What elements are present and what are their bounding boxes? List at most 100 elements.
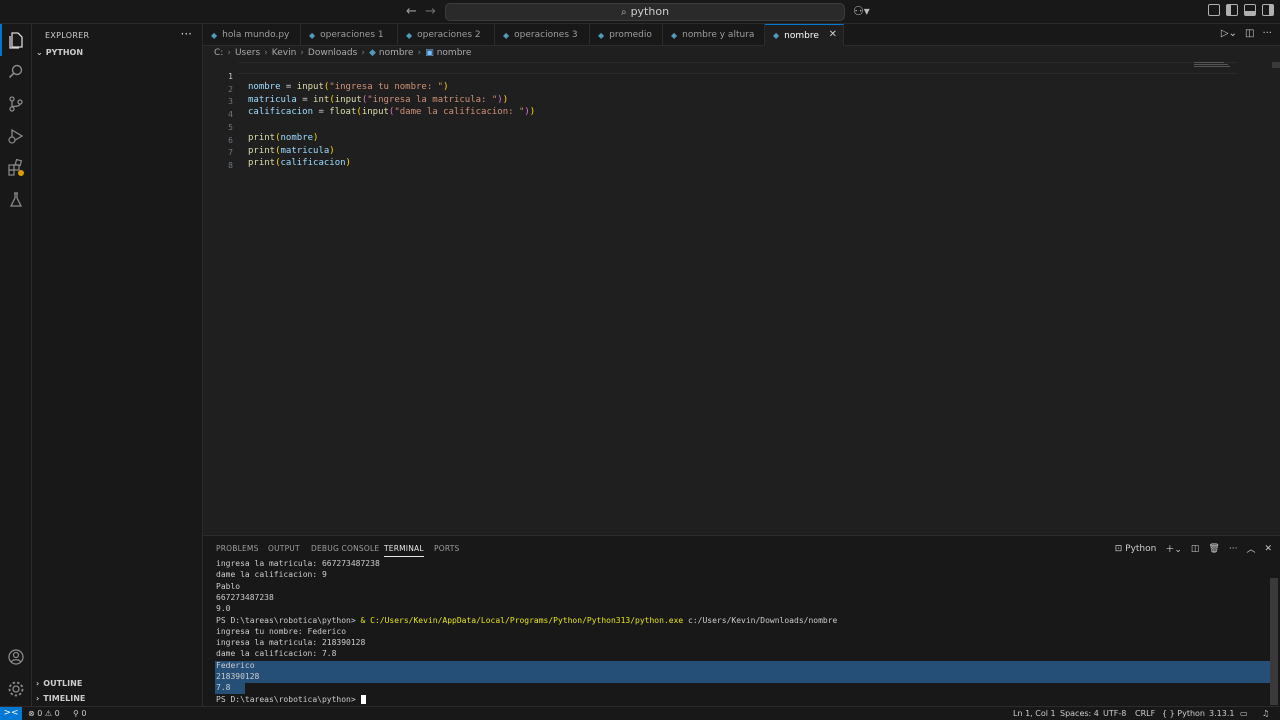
editor-actions: ▷⌄ ◫ ··· — [1221, 28, 1272, 39]
breadcrumb: C: › Users › Kevin › Downloads › ◆ nombre › ▣ nombre — [214, 48, 471, 58]
breadcrumb-item[interactable]: nombre — [437, 48, 472, 58]
maximize-panel-icon[interactable]: ︿ — [1246, 542, 1255, 555]
tab-ports[interactable]: PORTS — [434, 544, 459, 553]
tab-problems[interactable]: PROBLEMS — [216, 544, 259, 553]
section-timeline[interactable]: › TIMELINE — [36, 694, 85, 703]
bottom-panel: PROBLEMS OUTPUT DEBUG CONSOLE TERMINAL P… — [203, 535, 1280, 706]
notifications-bell-icon[interactable]: ▭ — [1240, 709, 1248, 718]
tab-operaciones-3[interactable]: ◆ operaciones 3 — [495, 24, 590, 46]
code-line[interactable]: 7 print(calificacion) — [203, 138, 1203, 168]
indentation[interactable]: Spaces: 4 — [1060, 709, 1099, 718]
terminal-scrollbar[interactable] — [1270, 578, 1278, 705]
python-file-icon: ◆ — [406, 30, 413, 40]
code-editor[interactable]: 1 nombre = input("ingresa tu nombre: ") … — [203, 60, 1280, 534]
editor-scrollbar[interactable] — [1272, 62, 1280, 68]
terminal-line: ingresa la matricula: 667273487238 — [216, 559, 380, 568]
notifications-icon[interactable]: ♫ — [1262, 709, 1269, 718]
tab-nombre[interactable]: ◆ nombre ✕ — [765, 24, 844, 46]
accounts-icon[interactable] — [0, 641, 32, 673]
more-actions-icon[interactable]: ··· — [181, 27, 192, 41]
chevron-right-icon: › — [361, 48, 365, 58]
chevron-down-icon: ⌄ — [36, 48, 43, 57]
code-line[interactable]: 2 matricula = int(input("ingresa la matr… — [203, 75, 1203, 105]
search-icon: ⌕ — [620, 7, 627, 18]
terminal-shell-icon[interactable]: ⊡ Python — [1115, 544, 1157, 554]
section-outline[interactable]: › OUTLINE — [36, 679, 82, 688]
tab-debug-console[interactable]: DEBUG CONSOLE — [311, 544, 379, 553]
settings-gear-icon[interactable] — [0, 673, 32, 705]
python-file-icon: ◆ — [598, 30, 605, 40]
breadcrumb-item[interactable]: Kevin — [272, 48, 297, 58]
cursor-position[interactable]: Ln 1, Col 1 — [1013, 709, 1056, 718]
trash-icon[interactable]: 🗑 — [1208, 544, 1219, 554]
code-line[interactable]: 6 print(matricula) — [203, 126, 1203, 156]
breadcrumb-item[interactable]: nombre — [379, 48, 414, 58]
tab-terminal[interactable]: TERMINAL — [384, 544, 424, 557]
breadcrumb-item[interactable]: Downloads — [308, 48, 357, 58]
run-debug-icon[interactable] — [0, 120, 32, 152]
toggle-primary-sidebar-icon[interactable] — [1226, 4, 1238, 16]
customize-layout-icon[interactable] — [1208, 4, 1220, 16]
new-terminal-icon[interactable]: ＋⌄ — [1165, 542, 1182, 555]
tab-operaciones-2[interactable]: ◆ operaciones 2 — [398, 24, 495, 46]
close-panel-icon[interactable]: ✕ — [1264, 544, 1272, 554]
terminal-selection — [215, 661, 1270, 683]
terminal-line: Pablo — [216, 581, 241, 591]
line-ending[interactable]: CRLF — [1135, 709, 1155, 718]
testing-icon[interactable] — [0, 184, 32, 216]
python-file-icon: ◆ — [503, 30, 510, 40]
code-line[interactable]: 5 print(nombre) — [203, 113, 1203, 143]
copilot-icon[interactable]: ⚇▾ — [853, 4, 870, 18]
encoding[interactable]: UTF-8 — [1103, 709, 1126, 718]
ports-indicator[interactable]: ⚲ 0 — [73, 709, 87, 718]
forward-arrow-icon[interactable]: → — [425, 4, 436, 19]
tab-operaciones-1[interactable]: ◆ operaciones 1 — [301, 24, 398, 46]
tab-promedio[interactable]: ◆ promedio — [590, 24, 663, 46]
search-icon[interactable] — [0, 56, 32, 88]
panel-actions: ⊡ Python ＋⌄ ◫ 🗑 ··· ︿ ✕ — [1115, 542, 1272, 556]
toggle-secondary-sidebar-icon[interactable] — [1262, 4, 1274, 16]
terminal-line: 9.0 — [216, 604, 231, 614]
terminal-line: dame la calificacion: 7.8 — [216, 649, 337, 659]
more-actions-icon[interactable]: ··· — [1229, 544, 1238, 554]
tab-nombre-y-altura[interactable]: ◆ nombre y altura — [663, 24, 765, 46]
timeline-label: TIMELINE — [43, 694, 86, 703]
close-icon[interactable]: ✕ — [829, 29, 837, 40]
source-control-icon[interactable] — [0, 88, 32, 120]
split-editor-icon[interactable]: ◫ — [1245, 28, 1254, 39]
run-file-icon[interactable]: ▷⌄ — [1221, 28, 1237, 39]
minimap[interactable] — [1194, 62, 1230, 72]
tab-hola-mundo[interactable]: ◆ hola mundo.py — [203, 24, 301, 46]
terminal-prompt[interactable]: PS D:\tareas\robotica\python> — [216, 694, 366, 706]
code-line[interactable]: 3 calificacion = float(input("dame la ca… — [203, 87, 1203, 117]
outline-label: OUTLINE — [43, 679, 83, 688]
editor-tabs: ◆ hola mundo.py ◆ operaciones 1 ◆ operacion… — [203, 24, 1280, 46]
chevron-right-icon: › — [417, 48, 422, 58]
back-arrow-icon[interactable]: ← — [406, 4, 417, 19]
folder-label: PYTHON — [45, 48, 84, 57]
command-center-label: python — [630, 5, 670, 18]
breadcrumb-item[interactable]: Users — [235, 48, 260, 58]
split-terminal-icon[interactable]: ◫ — [1191, 544, 1200, 554]
toggle-panel-icon[interactable] — [1244, 4, 1256, 16]
python-version[interactable]: 3.13.1 — [1209, 709, 1234, 718]
code-line[interactable]: 4 — [203, 100, 1203, 119]
terminal-line: PS D:\tareas\robotica\python> & C:/Users… — [216, 615, 838, 625]
python-file-icon: ◆ — [671, 30, 678, 40]
explorer-icon[interactable] — [0, 24, 32, 56]
extensions-icon[interactable] — [0, 152, 32, 184]
folder-python[interactable]: ⌄ PYTHON — [36, 48, 83, 57]
explorer-title: EXPLORER — [45, 31, 90, 40]
more-actions-icon[interactable]: ··· — [1262, 28, 1272, 39]
chevron-right-icon: › — [264, 48, 268, 58]
code-line[interactable]: 1 nombre = input("ingresa tu nombre: ") — [203, 62, 1203, 92]
remote-indicator-icon[interactable]: >< — [0, 707, 22, 720]
code-line[interactable]: 8 — [203, 151, 1203, 170]
command-center-search[interactable]: ⌕ python — [445, 3, 845, 21]
breadcrumb-item[interactable]: C: — [214, 48, 223, 58]
errors-indicator[interactable]: ⊗ 0 ⚠ 0 — [28, 709, 60, 718]
language-mode[interactable]: { } Python — [1162, 709, 1205, 718]
tab-output[interactable]: OUTPUT — [268, 544, 300, 553]
activity-bar — [0, 24, 32, 706]
terminal-cursor — [360, 694, 366, 704]
